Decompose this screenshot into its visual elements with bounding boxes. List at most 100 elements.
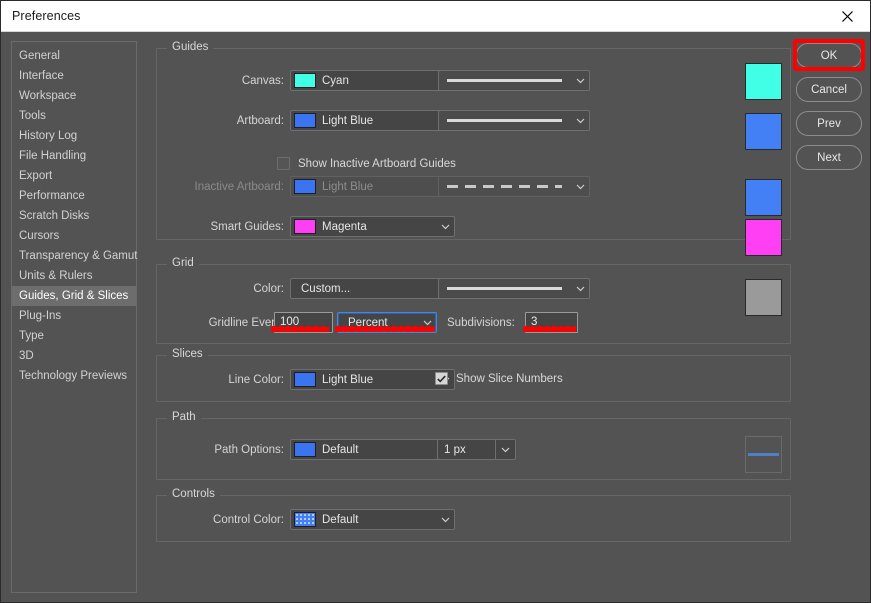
control-color-swatch-icon — [294, 512, 316, 527]
smart-guides-color-value: Magenta — [322, 220, 367, 233]
controls-group: Controls Control Color: Default — [156, 488, 791, 542]
inactive-artboard-color-select[interactable]: Light Blue — [290, 176, 455, 197]
smart-guides-color-swatch-icon — [294, 219, 316, 234]
inactive-artboard-label: Inactive Artboard: — [194, 181, 285, 193]
chevron-down-icon — [571, 279, 589, 298]
solid-line-icon — [447, 79, 562, 82]
show-slice-numbers-label: Show Slice Numbers — [456, 372, 563, 385]
path-group-title: Path — [167, 411, 201, 423]
gridline-every-unit-value: Percent — [348, 316, 388, 329]
control-color-value: Default — [322, 513, 359, 526]
dashed-line-icon — [447, 185, 562, 188]
sidebar-item-interface[interactable]: Interface — [12, 66, 136, 86]
canvas-color-preview[interactable] — [745, 63, 782, 100]
close-glyph — [841, 10, 853, 22]
sidebar-item-type[interactable]: Type — [12, 326, 136, 346]
inactive-artboard-color-value: Light Blue — [322, 180, 374, 193]
grid-color-select[interactable]: Custom... — [290, 278, 455, 299]
smart-guides-label: Smart Guides: — [210, 221, 285, 233]
inactive-artboard-line-style-select[interactable] — [438, 176, 590, 197]
close-icon[interactable] — [824, 1, 870, 31]
canvas-line-style-select[interactable] — [438, 70, 590, 91]
solid-line-icon — [447, 119, 562, 122]
prev-button[interactable]: Prev — [796, 111, 862, 136]
sidebar-item-general[interactable]: General — [12, 46, 136, 66]
artboard-color-value: Light Blue — [322, 114, 374, 127]
grid-color-preview[interactable] — [745, 279, 782, 316]
window-title: Preferences — [12, 9, 81, 23]
ok-button[interactable]: OK — [796, 43, 862, 68]
chevron-down-icon — [571, 111, 589, 130]
sidebar-item-history-log[interactable]: History Log — [12, 126, 136, 146]
artboard-color-select[interactable]: Light Blue — [290, 110, 455, 131]
sidebar-item-performance[interactable]: Performance — [12, 186, 136, 206]
sidebar-item-export[interactable]: Export — [12, 166, 136, 186]
slices-group: Slices Line Color: Light Blue Show Slice… — [156, 348, 791, 402]
guides-group: Guides Canvas: Cyan Artboard: Light Blue… — [156, 41, 791, 256]
artboard-line-style-select[interactable] — [438, 110, 590, 131]
path-options-label: Path Options: — [214, 444, 284, 456]
control-color-select[interactable]: Default — [290, 509, 455, 530]
sidebar-item-units-rulers[interactable]: Units & Rulers — [12, 266, 136, 286]
show-inactive-artboard-guides-checkbox[interactable]: Show Inactive Artboard Guides — [277, 157, 456, 170]
chevron-down-icon — [495, 440, 515, 459]
artboard-color-preview[interactable] — [745, 113, 782, 150]
grid-line-style-select[interactable] — [438, 278, 590, 299]
sidebar-item-plug-ins[interactable]: Plug-Ins — [12, 306, 136, 326]
canvas-color-select[interactable]: Cyan — [290, 70, 455, 91]
chevron-down-icon — [571, 71, 589, 90]
sidebar-item-file-handling[interactable]: File Handling — [12, 146, 136, 166]
title-bar: Preferences — [1, 1, 870, 32]
show-slice-numbers-checkbox[interactable]: Show Slice Numbers — [435, 372, 563, 385]
chevron-down-icon — [418, 313, 436, 332]
inactive-artboard-color-preview[interactable] — [745, 179, 782, 216]
grid-group: Grid Color: Custom... Gridline Every: 10… — [156, 257, 791, 344]
canvas-color-value: Cyan — [322, 74, 349, 87]
sidebar-item-guides-grid-slices[interactable]: Guides, Grid & Slices — [12, 286, 136, 306]
sidebar-item-3d[interactable]: 3D — [12, 346, 136, 366]
control-color-label: Control Color: — [213, 514, 284, 526]
canvas-color-swatch-icon — [294, 73, 316, 88]
preferences-dialog: Preferences General Interface Workspace … — [0, 0, 871, 603]
preferences-content: Guides Canvas: Cyan Artboard: Light Blue… — [151, 37, 796, 597]
path-width-select[interactable]: 1 px — [437, 439, 516, 460]
smart-guides-color-preview[interactable] — [745, 219, 782, 256]
chevron-down-icon — [436, 217, 454, 236]
chevron-down-icon — [571, 177, 589, 196]
smart-guides-color-select[interactable]: Magenta — [290, 216, 455, 237]
path-group: Path Path Options: Default 1 px — [156, 411, 791, 480]
slices-line-color-select[interactable]: Light Blue — [290, 369, 455, 390]
canvas-label: Canvas: — [241, 75, 284, 87]
slices-line-color-swatch-icon — [294, 372, 316, 387]
next-button[interactable]: Next — [796, 145, 862, 170]
path-options-value: Default — [322, 443, 359, 456]
gridline-every-input[interactable]: 100 — [274, 312, 333, 333]
grid-color-label: Color: — [253, 283, 284, 295]
path-options-color-swatch-icon — [294, 442, 316, 457]
sidebar-item-workspace[interactable]: Workspace — [12, 86, 136, 106]
sidebar-item-technology-previews[interactable]: Technology Previews — [12, 366, 136, 386]
checkbox-checked-icon — [435, 372, 448, 385]
path-line-icon — [748, 453, 779, 456]
sidebar-item-cursors[interactable]: Cursors — [12, 226, 136, 246]
path-color-preview[interactable] — [745, 436, 782, 473]
gridline-every-unit-select[interactable]: Percent — [337, 312, 437, 333]
cancel-button[interactable]: Cancel — [796, 77, 862, 102]
inactive-artboard-color-swatch-icon — [294, 179, 316, 194]
category-sidebar[interactable]: General Interface Workspace Tools Histor… — [11, 41, 137, 593]
sidebar-item-scratch-disks[interactable]: Scratch Disks — [12, 206, 136, 226]
checkbox-icon — [277, 157, 290, 170]
grid-group-title: Grid — [167, 257, 199, 269]
path-width-value: 1 px — [444, 443, 466, 456]
artboard-label: Artboard: — [236, 115, 284, 127]
sidebar-item-transparency-gamut[interactable]: Transparency & Gamut — [12, 246, 137, 266]
gridline-every-label: Gridline Every: — [208, 317, 284, 329]
slices-line-color-label: Line Color: — [228, 374, 284, 386]
guides-group-title: Guides — [167, 41, 214, 53]
show-inactive-artboard-guides-label: Show Inactive Artboard Guides — [298, 157, 456, 170]
path-options-select[interactable]: Default — [290, 439, 455, 460]
sidebar-item-tools[interactable]: Tools — [12, 106, 136, 126]
grid-color-value: Custom... — [301, 282, 351, 295]
solid-line-icon — [447, 287, 562, 290]
subdivisions-input[interactable]: 3 — [525, 312, 578, 333]
